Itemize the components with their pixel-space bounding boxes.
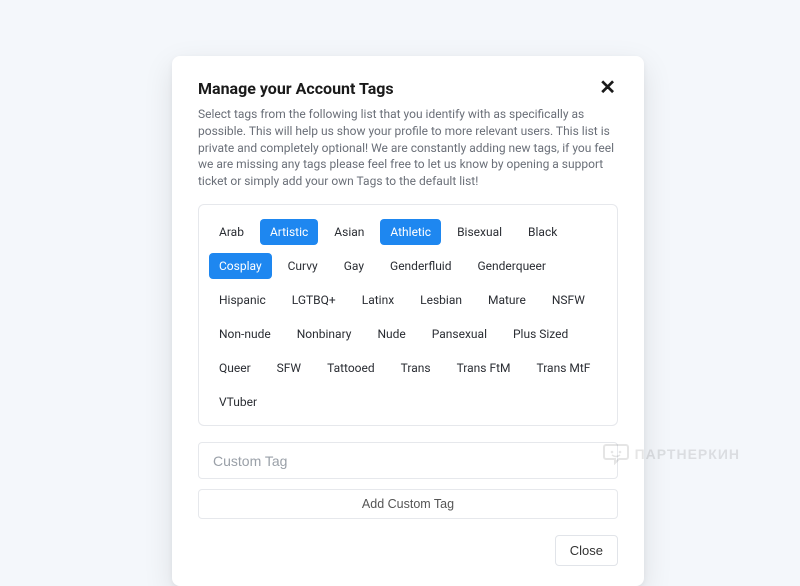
- tag-chip[interactable]: VTuber: [209, 389, 267, 415]
- tag-chip[interactable]: Trans: [391, 355, 441, 381]
- tag-chip[interactable]: NSFW: [542, 287, 595, 313]
- tag-chip[interactable]: Curvy: [278, 253, 328, 279]
- tag-chip[interactable]: Plus Sized: [503, 321, 578, 347]
- tag-chip[interactable]: Tattooed: [317, 355, 385, 381]
- tag-chip[interactable]: Cosplay: [209, 253, 272, 279]
- custom-tag-input-wrap[interactable]: [198, 442, 618, 479]
- tag-chip[interactable]: Latinx: [352, 287, 404, 313]
- tag-chip[interactable]: Asian: [324, 219, 374, 245]
- tag-chip[interactable]: Trans MtF: [526, 355, 600, 381]
- tag-chip[interactable]: Trans FtM: [447, 355, 521, 381]
- close-icon[interactable]: ✕: [597, 78, 618, 98]
- dialog-title: Manage your Account Tags: [198, 79, 394, 98]
- tag-chip[interactable]: Nude: [367, 321, 415, 347]
- tag-chip[interactable]: Arab: [209, 219, 254, 245]
- close-button[interactable]: Close: [555, 535, 618, 566]
- tag-chip[interactable]: Lesbian: [410, 287, 472, 313]
- tag-chip[interactable]: Athletic: [380, 219, 441, 245]
- dialog-footer: Close: [198, 535, 618, 566]
- tag-chip[interactable]: Black: [518, 219, 567, 245]
- tag-chip[interactable]: Mature: [478, 287, 536, 313]
- tag-chip[interactable]: Gay: [334, 253, 374, 279]
- add-custom-tag-button[interactable]: Add Custom Tag: [198, 489, 618, 519]
- tag-chip[interactable]: Genderqueer: [468, 253, 556, 279]
- tag-chip[interactable]: Bisexual: [447, 219, 512, 245]
- dialog-header: Manage your Account Tags ✕: [198, 78, 618, 98]
- manage-tags-dialog: Manage your Account Tags ✕ Select tags f…: [172, 56, 644, 586]
- custom-tag-input[interactable]: [211, 452, 605, 470]
- tag-chip[interactable]: Hispanic: [209, 287, 276, 313]
- tag-chip[interactable]: Pansexual: [422, 321, 497, 347]
- tag-chip[interactable]: Artistic: [260, 219, 318, 245]
- tag-chip[interactable]: Nonbinary: [287, 321, 362, 347]
- tag-chip[interactable]: Non-nude: [209, 321, 281, 347]
- tag-chip[interactable]: Queer: [209, 355, 261, 381]
- tag-chip[interactable]: SFW: [267, 355, 311, 381]
- tags-container: ArabArtisticAsianAthleticBisexualBlack Co…: [198, 204, 618, 426]
- dialog-description: Select tags from the following list that…: [198, 106, 618, 190]
- tag-chip[interactable]: LGTBQ+: [282, 287, 346, 313]
- watermark-text: ПАРТНЕРКИН: [635, 446, 740, 462]
- watermark: ПАРТНЕРКИН: [603, 443, 740, 465]
- tag-row: ArabArtisticAsianAthleticBisexualBlack Co…: [209, 215, 607, 419]
- chat-bubble-icon: [603, 443, 629, 465]
- tag-chip[interactable]: Genderfluid: [380, 253, 461, 279]
